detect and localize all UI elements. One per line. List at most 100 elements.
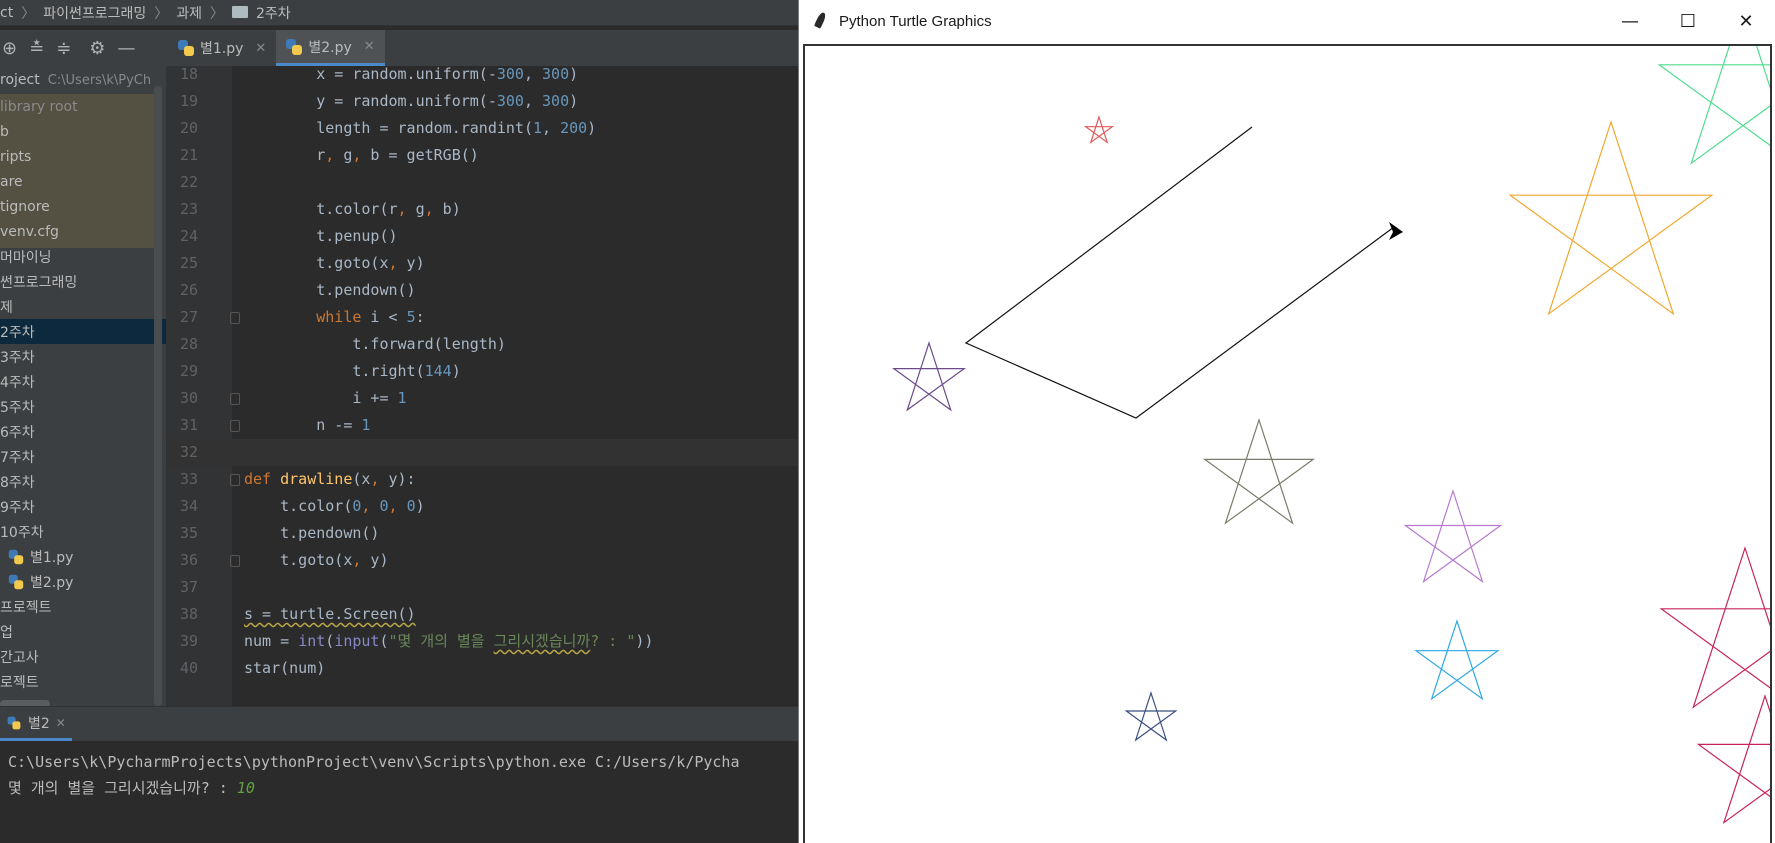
project-panel: roject C:\Users\k\PyCh library root b ript…: [0, 66, 166, 720]
code-text: n -= 1: [244, 416, 371, 434]
fold-marker-icon[interactable]: [230, 474, 240, 486]
close-button[interactable]: ✕: [1717, 0, 1775, 42]
chevron-right-icon: 〉: [154, 5, 169, 22]
tree-folder[interactable]: 프로젝트: [0, 594, 166, 619]
console-input: 10: [236, 779, 255, 797]
fold-marker-icon[interactable]: [230, 420, 240, 432]
tree-item-label: 로젝트: [0, 674, 39, 691]
tree-folder[interactable]: library root: [0, 94, 166, 119]
code-line[interactable]: 25 t.goto(x, y): [166, 250, 818, 277]
close-icon[interactable]: ✕: [255, 41, 266, 56]
code-line[interactable]: 27 while i < 5:: [166, 304, 818, 331]
code-line[interactable]: 37: [166, 574, 818, 601]
code-line[interactable]: 23 t.color(r, g, b): [166, 196, 818, 223]
breadcrumb-week[interactable]: 2주차: [256, 3, 291, 23]
code-editor[interactable]: 18 x = random.uniform(-300, 300) 19 y = r…: [166, 66, 818, 720]
gear-icon[interactable]: ⚙: [89, 38, 105, 59]
line-number: 37: [179, 578, 198, 596]
turtle-canvas[interactable]: [803, 44, 1772, 843]
code-line[interactable]: 26 t.pendown(): [166, 277, 818, 304]
tab-byeol2[interactable]: 별2.py ✕: [276, 30, 385, 66]
feather-icon: [811, 11, 829, 31]
tree-folder[interactable]: 7주차: [0, 444, 166, 469]
tree-folder[interactable]: 3주차: [0, 344, 166, 369]
tree-folder[interactable]: tignore: [0, 194, 166, 219]
line-number: 29: [179, 362, 198, 380]
tree-folder[interactable]: 머마이닝: [0, 244, 166, 269]
tree-folder[interactable]: 업: [0, 619, 166, 644]
close-icon[interactable]: ✕: [364, 39, 375, 54]
code-line[interactable]: 22: [166, 169, 818, 196]
tree-folder[interactable]: 10주차: [0, 519, 166, 544]
code-text: r, g, b = getRGB(): [244, 146, 479, 164]
tree-folder[interactable]: 로젝트: [0, 669, 166, 694]
code-line[interactable]: 32: [166, 439, 818, 466]
expand-all-icon[interactable]: ≛: [29, 38, 44, 59]
code-line[interactable]: 24 t.penup(): [166, 223, 818, 250]
tab-byeol1[interactable]: 별1.py ✕: [168, 30, 276, 66]
code-line[interactable]: 31 n -= 1: [166, 412, 818, 439]
code-line[interactable]: 39 num = int(input("몇 개의 별을 그리시겠습니까? : ")…: [166, 628, 818, 655]
tree-folder[interactable]: 제: [0, 294, 166, 319]
python-file-icon: [8, 574, 24, 589]
orange-star: [1508, 120, 1714, 316]
run-tab[interactable]: 별2 ✕: [0, 707, 72, 741]
tree-folder[interactable]: venv.cfg: [0, 219, 166, 244]
code-line[interactable]: 34 t.color(0, 0, 0): [166, 493, 818, 520]
line-number: 23: [179, 200, 198, 218]
tree-item-label: 5주차: [0, 399, 35, 416]
turtle-window: Python Turtle Graphics — ☐ ✕: [798, 0, 1775, 843]
tree-folder[interactable]: 8주차: [0, 469, 166, 494]
code-line[interactable]: 19 y = random.uniform(-300, 300): [166, 88, 818, 115]
tree-file[interactable]: 별2.py: [0, 569, 166, 594]
tree-folder[interactable]: 9주차: [0, 494, 166, 519]
tree-folder[interactable]: 6주차: [0, 419, 166, 444]
fold-marker-icon[interactable]: [230, 312, 240, 324]
tree-folder[interactable]: 4주차: [0, 369, 166, 394]
tree-item-label: 프로젝트: [0, 599, 52, 616]
line-number: 33: [179, 470, 198, 488]
code-line[interactable]: 35 t.pendown(): [166, 520, 818, 547]
target-icon[interactable]: ⊕: [2, 38, 17, 59]
code-line[interactable]: 33 def drawline(x, y):: [166, 466, 818, 493]
code-line[interactable]: 20 length = random.randint(1, 200): [166, 115, 818, 142]
window-titlebar[interactable]: Python Turtle Graphics — ☐ ✕: [799, 0, 1775, 42]
minimize-icon[interactable]: —: [117, 38, 135, 59]
project-title: roject: [0, 72, 40, 88]
tree-file[interactable]: 별1.py: [0, 544, 166, 569]
tree-item-label: 업: [0, 624, 13, 641]
breadcrumb-assignment[interactable]: 과제: [176, 3, 202, 23]
fold-marker-icon[interactable]: [230, 555, 240, 567]
fold-marker-icon[interactable]: [230, 393, 240, 405]
minimize-button[interactable]: —: [1601, 0, 1659, 42]
tree-folder[interactable]: ripts: [0, 144, 166, 169]
tree-folder[interactable]: b: [0, 119, 166, 144]
tree-folder[interactable]: 5주차: [0, 394, 166, 419]
code-line[interactable]: 29 t.right(144): [166, 358, 818, 385]
breadcrumb-project[interactable]: ct: [0, 5, 13, 21]
blue-star: [1414, 619, 1500, 701]
maximize-button[interactable]: ☐: [1659, 0, 1717, 42]
tree-item-label: b: [0, 123, 9, 140]
close-icon[interactable]: ✕: [56, 716, 66, 730]
code-line[interactable]: 28 t.forward(length): [166, 331, 818, 358]
console-prompt-line[interactable]: 몇 개의 별을 그리시겠습니까? : 10: [0, 775, 818, 801]
collapse-all-icon[interactable]: ≑: [56, 38, 71, 59]
tree-folder[interactable]: 2주차: [0, 319, 166, 344]
code-line[interactable]: 36 t.goto(x, y): [166, 547, 818, 574]
scrollbar[interactable]: [154, 86, 162, 706]
code-line[interactable]: 30 i += 1: [166, 385, 818, 412]
tree-folder[interactable]: are: [0, 169, 166, 194]
python-file-icon: [178, 40, 194, 56]
crimson-star: [1696, 694, 1770, 825]
breadcrumb-course[interactable]: 파이썬프로그래밍: [43, 3, 146, 23]
code-line[interactable]: 40 star(num): [166, 655, 818, 682]
code-line[interactable]: 18 x = random.uniform(-300, 300): [166, 66, 818, 88]
chevron-right-icon: 〉: [21, 5, 36, 22]
tree-folder[interactable]: 썬프로그래밍: [0, 269, 166, 294]
code-line[interactable]: 21 r, g, b = getRGB(): [166, 142, 818, 169]
project-root[interactable]: roject C:\Users\k\PyCh: [0, 66, 166, 94]
code-line[interactable]: 38 s = turtle.Screen(): [166, 601, 818, 628]
tree-item-label: 제: [0, 299, 13, 316]
tree-folder[interactable]: 간고사: [0, 644, 166, 669]
